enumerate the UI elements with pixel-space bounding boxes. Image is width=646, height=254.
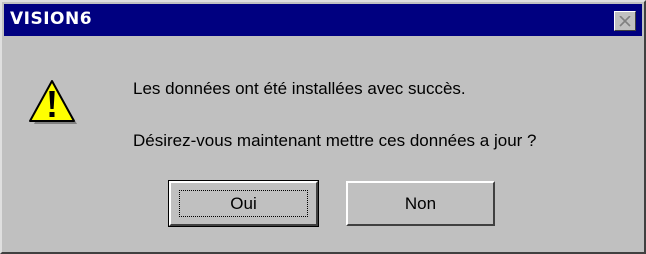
no-button[interactable]: Non (346, 181, 495, 226)
yes-button[interactable]: Oui (168, 180, 319, 227)
title-bar[interactable]: VISION6 (4, 4, 642, 36)
yes-button-label: Oui (230, 193, 257, 213)
warning-icon (29, 80, 77, 124)
close-icon (619, 15, 631, 27)
message-dialog: VISION6 Les données ont été installées a… (0, 0, 646, 254)
no-button-label: Non (404, 193, 437, 213)
message-line-1: Les données ont été installées avec succ… (133, 79, 466, 98)
close-button[interactable] (614, 11, 636, 31)
window-title: VISION6 (10, 9, 93, 29)
message-line-2: Désirez-vous maintenant mettre ces donné… (133, 131, 537, 150)
